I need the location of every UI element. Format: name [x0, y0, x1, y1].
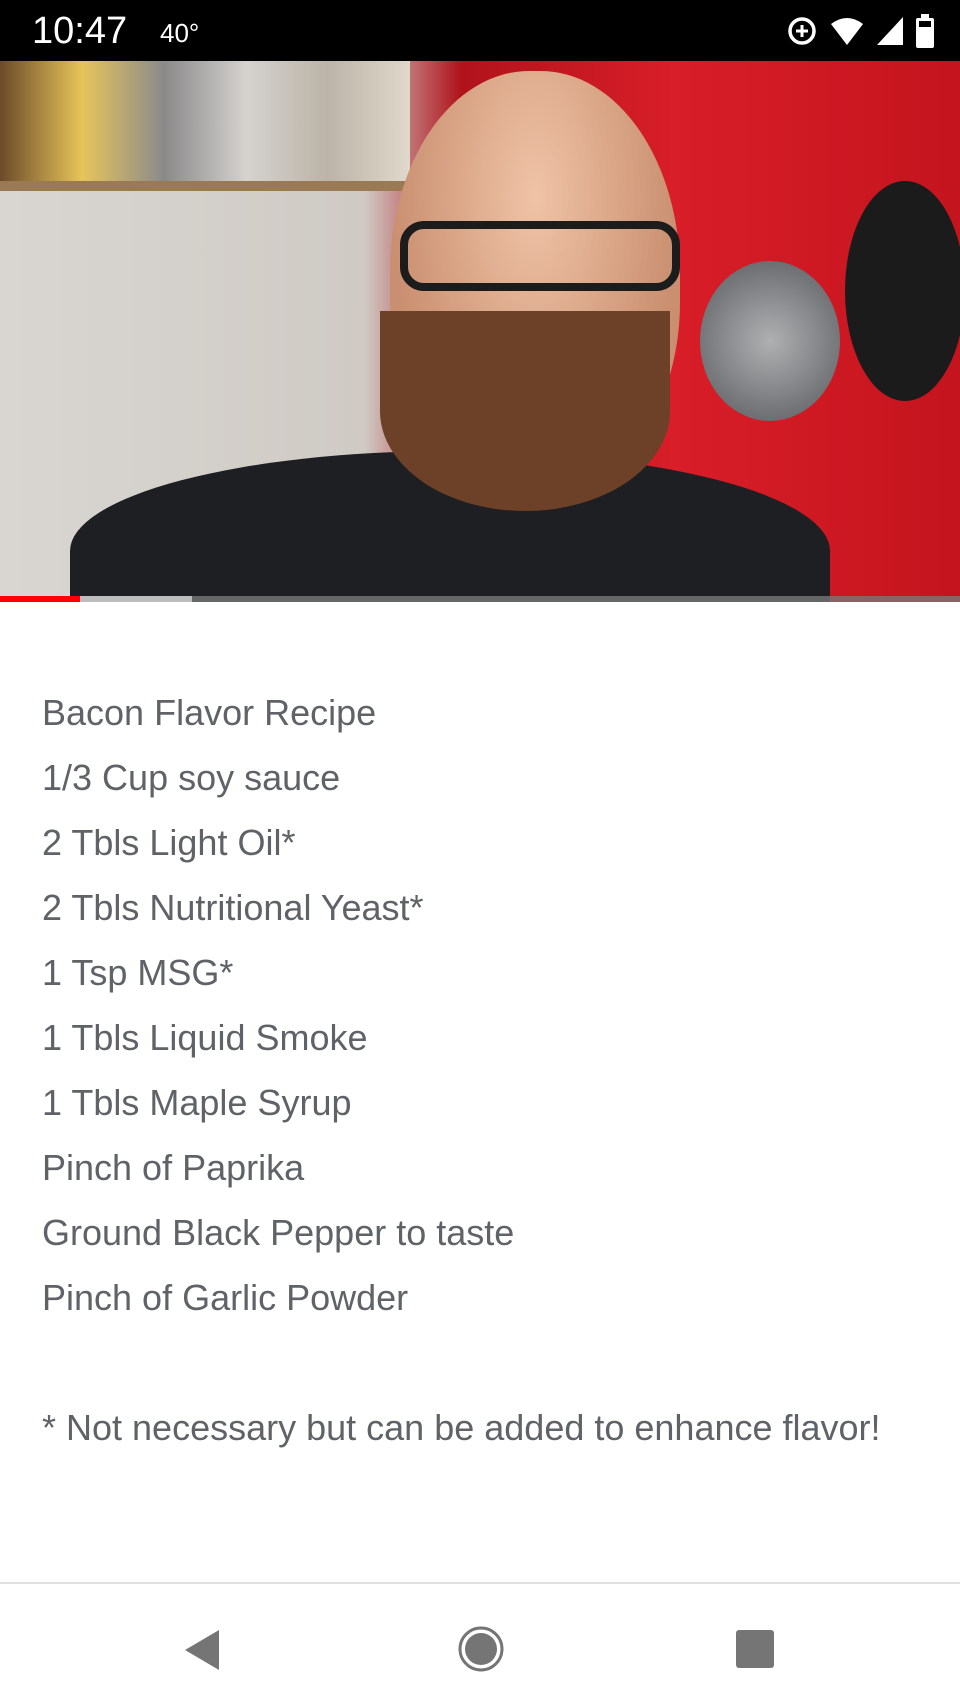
video-progress-bar[interactable] — [0, 596, 960, 602]
video-frame-shelf — [0, 61, 410, 181]
footnote: * Not necessary but can be added to enha… — [42, 1407, 881, 1448]
home-icon[interactable] — [458, 1626, 504, 1672]
recipe-line: Bacon Flavor Recipe — [42, 692, 377, 733]
signal-icon — [877, 17, 903, 45]
back-icon[interactable] — [183, 1628, 223, 1672]
temperature: 40° — [160, 18, 200, 48]
recipe-line: 1 Tbls Maple Syrup — [42, 1082, 352, 1123]
recipe-line: Ground Black Pepper to taste — [42, 1212, 515, 1253]
wifi-icon — [831, 18, 863, 45]
recipe-line: Pinch of Garlic Powder — [42, 1277, 409, 1318]
recipe-line: 2 Tbls Light Oil* — [42, 822, 296, 863]
pan — [845, 181, 960, 401]
recents-icon[interactable] — [736, 1630, 774, 1668]
video-player[interactable] — [0, 61, 960, 602]
navigation-bar — [0, 1582, 960, 1706]
person-beard — [380, 311, 670, 511]
battery-icon — [916, 14, 934, 48]
clock: 10:47 — [32, 10, 128, 52]
recipe-line: 1/3 Cup soy sauce — [42, 757, 341, 798]
person-glasses — [400, 221, 680, 291]
recipe-line: 1 Tsp MSG* — [42, 952, 234, 993]
recipe-line: 1 Tbls Liquid Smoke — [42, 1017, 368, 1058]
video-description: Bacon Flavor Recipe 1/3 Cup soy sauce 2 Tb… — [42, 680, 882, 1460]
shelf — [0, 181, 410, 191]
status-bar: 10:47 40° — [0, 0, 960, 61]
played-bar — [0, 596, 80, 602]
recipe-line: 2 Tbls Nutritional Yeast* — [42, 887, 424, 928]
pan — [700, 261, 840, 421]
data-saver-icon — [788, 17, 816, 45]
recipe-line: Pinch of Paprika — [42, 1147, 305, 1188]
